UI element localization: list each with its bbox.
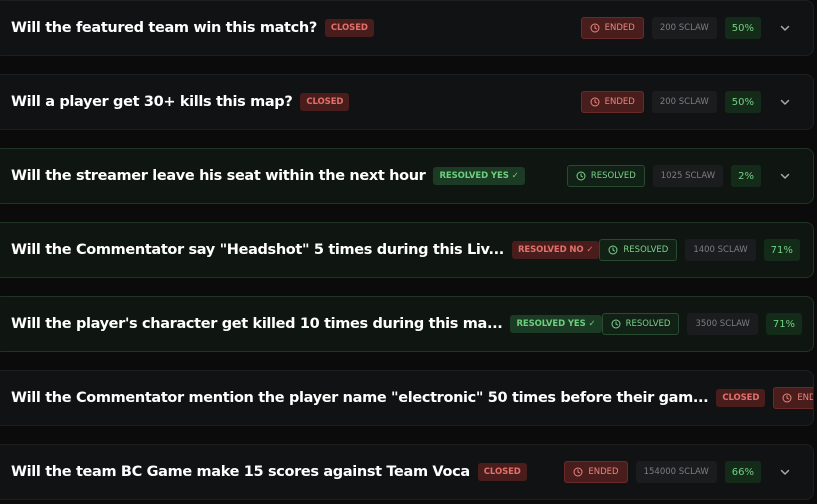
market-card[interactable]: Will a player get 30+ kills this map? CL… <box>0 74 814 130</box>
market-question: Will the streamer leave his seat within … <box>11 168 426 184</box>
odds-percent: 71% <box>763 239 800 261</box>
market-meta: ENDED 200 SCLAW 50% <box>580 91 793 113</box>
pool-amount: 200 SCLAW <box>651 17 717 39</box>
pool-amount: 154000 SCLAW <box>635 461 717 483</box>
market-state-badge: CLOSED <box>477 463 527 481</box>
clock-icon <box>573 467 583 477</box>
status-label: RESOLVED <box>590 171 636 181</box>
chevron-down-icon <box>780 99 790 105</box>
odds-percent: 50% <box>724 91 761 113</box>
clock-icon <box>608 245 618 255</box>
clock-icon <box>611 319 621 329</box>
status-label: RESOLVED <box>625 319 671 329</box>
pool-amount: 3500 SCLAW <box>687 313 758 335</box>
expand-toggle[interactable] <box>777 20 793 36</box>
expand-toggle[interactable] <box>777 464 793 480</box>
market-card[interactable]: Will the featured team win this match? C… <box>0 0 814 56</box>
market-state-badge: CLOSED <box>716 389 766 407</box>
clock-icon <box>590 97 600 107</box>
market-state-badge: RESOLVED NO ✓ <box>511 241 600 259</box>
market-meta: ENDED 154000 SCLAW 66% <box>564 461 793 483</box>
market-question: Will the featured team win this match? <box>11 20 317 36</box>
expand-toggle[interactable] <box>777 168 793 184</box>
market-state-badge: CLOSED <box>300 93 350 111</box>
status-label: ENDED <box>604 97 635 107</box>
clock-icon <box>782 393 792 403</box>
market-meta: RESOLVED 1400 SCLAW 71% <box>599 239 813 261</box>
odds-percent: 66% <box>724 461 761 483</box>
clock-icon <box>590 23 600 33</box>
status-label: ENDED <box>588 467 619 477</box>
odds-percent: 71% <box>765 313 803 335</box>
market-card[interactable]: Will the player's character get killed 1… <box>0 296 814 352</box>
status-ended: ENDED <box>580 17 644 39</box>
chevron-down-icon <box>780 25 790 31</box>
market-question: Will a player get 30+ kills this map? <box>11 94 293 110</box>
market-card[interactable]: Will the Commentator say "Headshot" 5 ti… <box>0 222 814 278</box>
pool-amount: 1400 SCLAW <box>685 239 756 261</box>
market-question: Will the player's character get killed 1… <box>11 316 503 332</box>
status-resolved: RESOLVED <box>599 239 678 261</box>
market-meta: ENDED 200 SCLAW 50% <box>580 17 793 39</box>
market-state-badge: RESOLVED YES ✓ <box>433 167 525 185</box>
odds-percent: 50% <box>724 17 761 39</box>
status-label: ENDED <box>604 23 635 33</box>
status-resolved: RESOLVED <box>566 165 645 187</box>
market-question: Will the Commentator say "Headshot" 5 ti… <box>11 242 504 258</box>
market-question: Will the Commentator mention the player … <box>11 390 709 406</box>
pool-amount: 1025 SCLAW <box>652 165 724 187</box>
market-meta: RESOLVED 1025 SCLAW 2% <box>566 165 793 187</box>
chevron-down-icon <box>780 469 790 475</box>
odds-percent: 2% <box>731 165 761 187</box>
clock-icon <box>576 171 586 181</box>
chevron-down-icon <box>780 173 790 179</box>
market-state-badge: CLOSED <box>324 19 374 37</box>
prediction-market-list: Will the featured team win this match? C… <box>0 0 817 504</box>
market-meta: RESOLVED 3500 SCLAW 71% <box>601 313 813 335</box>
status-ended: ENDED <box>564 461 628 483</box>
status-label: ENDED <box>797 393 813 403</box>
market-meta: ENDED 1540 <box>773 387 813 409</box>
market-card[interactable]: Will the team BC Game make 15 scores aga… <box>0 444 814 500</box>
market-state-badge: RESOLVED YES ✓ <box>510 315 602 333</box>
market-card[interactable]: Will the streamer leave his seat within … <box>0 148 814 204</box>
status-ended: ENDED <box>773 387 813 409</box>
status-label: RESOLVED <box>623 245 669 255</box>
pool-amount: 200 SCLAW <box>651 91 717 113</box>
status-resolved: RESOLVED <box>601 313 680 335</box>
market-card[interactable]: Will the Commentator mention the player … <box>0 370 814 426</box>
market-question: Will the team BC Game make 15 scores aga… <box>11 464 470 480</box>
status-ended: ENDED <box>580 91 644 113</box>
expand-toggle[interactable] <box>777 94 793 110</box>
